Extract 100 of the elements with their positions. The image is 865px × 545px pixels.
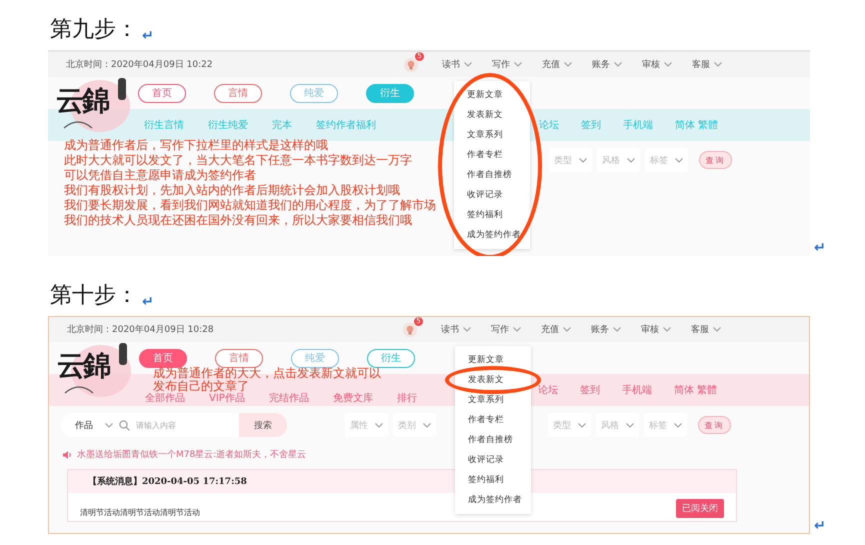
search-icon (119, 420, 130, 430)
menu-item[interactable]: 写作 (492, 58, 522, 71)
chevron-down-icon (714, 62, 722, 67)
chevron-down-icon (563, 327, 571, 332)
annotation-text: 我们有股权计划，先加入站内的作者后期统计会加入股权计划哦 (64, 183, 400, 198)
annotation-text: 此时大大就可以发文了，当大大笔名下任意一本书字数到达一万字 (64, 153, 412, 168)
menu-item[interactable]: 读书 (442, 58, 472, 71)
search-button[interactable]: 搜索 (239, 413, 287, 437)
dropdown-item[interactable]: 成为签约作者 (455, 490, 531, 510)
menu-item[interactable]: 写作 (491, 323, 521, 336)
filter-dropdown[interactable]: 标签 (644, 413, 687, 437)
menu-item[interactable]: 审核 (642, 58, 672, 71)
category-link[interactable]: 完结作品 (268, 391, 309, 405)
dropdown-item[interactable]: 成为签约作者 (454, 225, 530, 245)
nav-link[interactable]: 论坛 (538, 383, 558, 397)
dismiss-button[interactable]: 已阅关闭 (676, 499, 724, 518)
chevron-down-icon (513, 327, 521, 332)
nav-link[interactable]: 简体 繁體 (674, 118, 718, 132)
filter-dropdown[interactable]: 类型 (548, 413, 591, 437)
filter-dropdown[interactable]: 属性 (345, 413, 388, 437)
nav-tab[interactable]: 衍生 (366, 84, 414, 102)
dropdown-item[interactable]: 文章系列 (455, 390, 531, 410)
search-field[interactable]: 作品 请输入内容 搜索 (61, 413, 287, 437)
site-logo[interactable]: 云錦 (56, 82, 108, 120)
annotation-text: 成为普通作者后，写作下拉栏里的样式是这样的哦 (64, 138, 328, 153)
site-logo[interactable]: 云錦 (57, 347, 109, 385)
category-link[interactable]: 完本 (272, 118, 292, 132)
nav-link[interactable]: 论坛 (538, 118, 559, 132)
menu-item[interactable]: 充值 (541, 323, 571, 336)
menu-item[interactable]: 账务 (592, 58, 622, 71)
dropdown-item[interactable]: 签约福利 (455, 470, 531, 490)
menu-item[interactable]: 审核 (641, 323, 671, 336)
category-link[interactable]: 排行 (396, 391, 417, 405)
dropdown-item[interactable]: 收评记录 (454, 185, 530, 205)
menu-item[interactable]: 读书 (441, 323, 471, 336)
menu-item[interactable]: 客服 (691, 323, 721, 336)
dropdown-item[interactable]: 文章系列 (454, 125, 530, 145)
nav-tab[interactable]: 首页 (139, 348, 187, 368)
menu-item[interactable]: 充值 (542, 58, 572, 71)
chevron-down-icon (579, 158, 587, 162)
nav-tab[interactable]: 纯爱 (290, 84, 338, 102)
nav-tab[interactable]: 首页 (138, 84, 186, 102)
chevron-down-icon (663, 327, 671, 332)
filter-dropdown[interactable]: 类型 (549, 148, 592, 172)
nav-link[interactable]: 签到 (580, 118, 601, 132)
chevron-down-icon (463, 327, 471, 332)
category-link[interactable]: 全部作品 (145, 391, 185, 405)
annotation-text: 发布自己的文章了 (153, 380, 249, 393)
query-button[interactable]: 查询 (698, 416, 731, 434)
lightbulb-icon[interactable] (403, 322, 417, 336)
menu-item[interactable]: 客服 (692, 58, 722, 71)
nav-link[interactable]: 手机端 (622, 383, 652, 397)
nav-tab[interactable]: 言情 (214, 84, 262, 102)
category-link[interactable]: VIP作品 (209, 391, 245, 405)
annotation-text: 我们的技术人员现在还困在国外没有回来，所以大家要相信我们哦 (64, 213, 412, 228)
dropdown-item[interactable]: 作者自推榜 (454, 165, 530, 185)
dropdown-item[interactable]: 发表新文 (454, 105, 530, 125)
chevron-down-icon (674, 422, 682, 428)
dropdown-item[interactable]: 作者专栏 (454, 145, 530, 165)
paragraph-mark: ↵ (142, 294, 154, 310)
beijing-time: 北京时间：2020年04月09日 10:22 (66, 58, 213, 71)
category-link[interactable]: 衍生纯爱 (208, 118, 248, 132)
nav-tab[interactable]: 衍生 (367, 348, 415, 368)
menu-item[interactable]: 账务 (591, 323, 621, 336)
nav-tab[interactable]: 纯爱 (291, 348, 339, 368)
filter-dropdown[interactable]: 标签 (645, 148, 688, 172)
step-heading: 第十步： (50, 282, 138, 310)
paragraph-mark: ↵ (142, 28, 154, 44)
filter-dropdown[interactable]: 类别 (393, 413, 436, 437)
chevron-down-icon (578, 422, 586, 428)
dropdown-item[interactable]: 更新文章 (454, 85, 530, 105)
paragraph-mark: ↵ (814, 518, 826, 534)
chevron-down-icon (564, 62, 572, 67)
chevron-down-icon (614, 62, 622, 67)
dropdown-item[interactable]: 更新文章 (455, 350, 531, 370)
chevron-down-icon (713, 327, 721, 332)
nav-link[interactable]: 手机端 (622, 118, 653, 132)
category-link[interactable]: 签约作者福利 (316, 118, 376, 132)
chevron-down-icon (423, 422, 431, 428)
paragraph-mark: ↵ (814, 240, 826, 256)
step-heading: 第九步： (50, 16, 138, 44)
dropdown-item[interactable]: 作者专栏 (455, 410, 531, 430)
dropdown-item[interactable]: 签约福利 (454, 205, 530, 225)
nav-link[interactable]: 签到 (580, 383, 600, 397)
annotation-text: 我们要长期发展，看到我们网站就知道我们的用心程度，为了了解市场 (64, 198, 436, 213)
filter-dropdown[interactable]: 风格 (596, 413, 639, 437)
dropdown-item[interactable]: 收评记录 (455, 450, 531, 470)
speaker-icon (63, 450, 72, 458)
message-body: 清明节活动清明节活动清明节活动 (80, 507, 200, 518)
annotation-text: 成为普通作者的大大，点击发表新文就可以 (153, 367, 381, 380)
nav-tab[interactable]: 言情 (215, 348, 263, 368)
notice-text: 水墨送给垢圄青似铁一个M78星云:逝者如斯夫，不舍星云 (77, 448, 306, 461)
dropdown-item[interactable]: 作者自推榜 (455, 430, 531, 450)
filter-dropdown[interactable]: 风格 (597, 148, 640, 172)
category-link[interactable]: 免费文库 (332, 391, 373, 405)
lightbulb-icon[interactable] (404, 58, 418, 72)
category-link[interactable]: 衍生言情 (144, 118, 184, 132)
nav-link[interactable]: 简体 繁體 (674, 383, 717, 397)
query-button[interactable]: 查询 (699, 151, 732, 169)
dropdown-item[interactable]: 发表新文 (455, 370, 531, 390)
